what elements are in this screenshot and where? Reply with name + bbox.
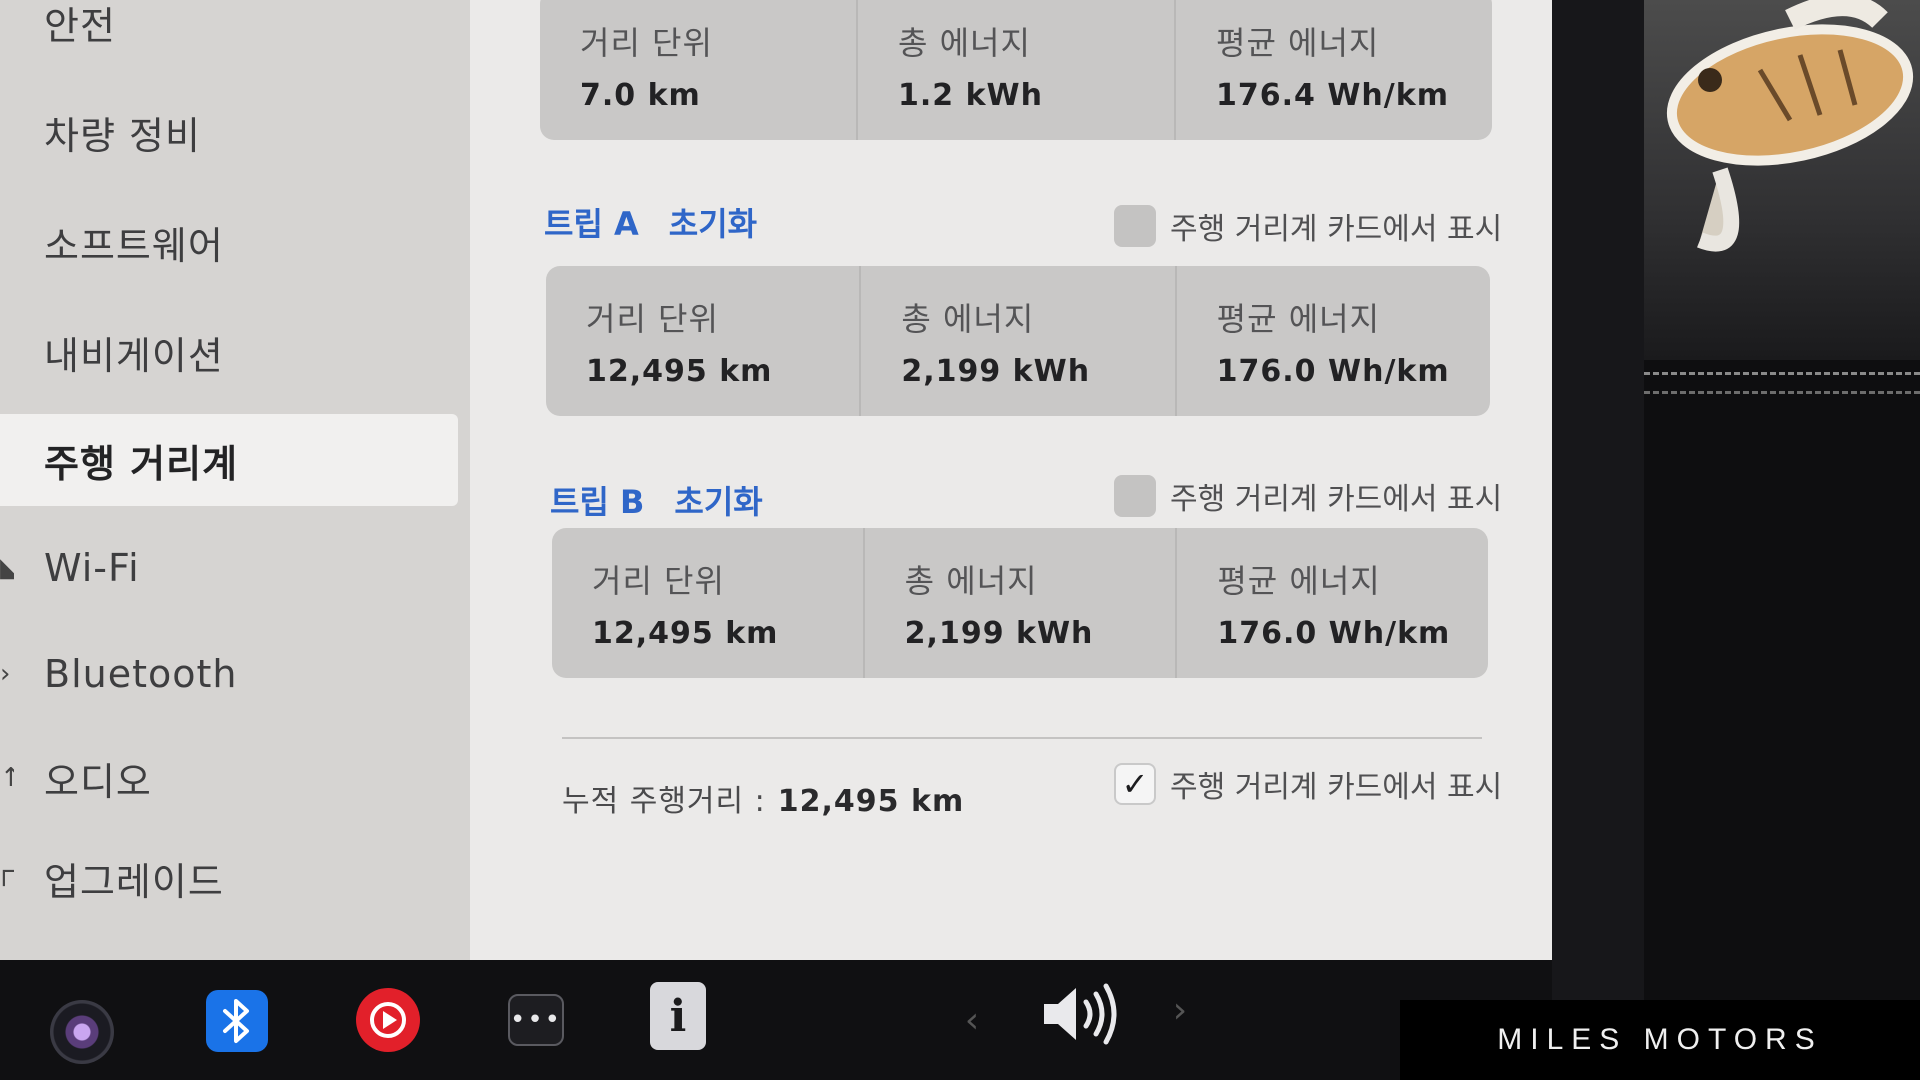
audio-icon: ↑ <box>0 763 14 793</box>
energy-label: 총 에너지 <box>898 24 1031 62</box>
odometer-checkbox[interactable]: ✓ <box>1114 763 1156 805</box>
trip-a-show-label: 주행 거리계 카드에서 표시 <box>1170 212 1503 247</box>
divider <box>562 737 1482 739</box>
energy-label: 총 에너지 <box>901 300 1035 338</box>
camera-icon[interactable] <box>50 1000 114 1064</box>
avg-energy-label: 평균 에너지 <box>1216 24 1380 62</box>
trip-a-checkbox[interactable] <box>1114 205 1156 247</box>
trip-b-reset-button[interactable]: 초기화 <box>674 477 762 523</box>
energy-cell: 총 에너지 2,199 kWh <box>859 266 1174 416</box>
avg-energy-label: 평균 에너지 <box>1216 300 1381 338</box>
volume-glyph <box>1044 983 1117 1045</box>
distance-value: 12,495 km <box>586 354 773 389</box>
odometer-readout: 누적 주행거리 : 12,495 km <box>562 776 964 820</box>
chevron-right-icon[interactable]: › <box>1166 980 1194 1040</box>
sidebar-item-software[interactable]: 소프트웨어 <box>0 196 458 288</box>
sidebar-item-label: 주행 거리계 <box>44 441 239 486</box>
more-icon[interactable]: ••• <box>508 994 564 1046</box>
distance-cell: 거리 단위 12,495 km <box>546 266 859 416</box>
sidebar-item-trips[interactable]: 주행 거리계 <box>0 414 458 506</box>
volume-icon[interactable] <box>1036 978 1126 1050</box>
upgrade-icon: ⊓ <box>0 863 14 893</box>
trips-panel: 거리 단위 7.0 km 총 에너지 1.2 kWh 평균 에너지 176.4 … <box>470 0 1552 960</box>
sidebar-item-safety[interactable]: 안전 <box>0 0 458 68</box>
sidebar-item-navigation[interactable]: 내비게이션 <box>0 306 458 398</box>
trip-b-show-toggle[interactable]: 주행 거리계 카드에서 표시 <box>1114 474 1502 518</box>
energy-label: 총 에너지 <box>904 562 1038 600</box>
manual-icon[interactable]: i <box>650 982 706 1050</box>
avg-energy-value: 176.0 Wh/km <box>1217 616 1451 651</box>
energy-value: 1.2 kWh <box>898 78 1043 113</box>
sidebar-item-label: Bluetooth <box>44 652 238 696</box>
sidebar-item-label: 내비게이션 <box>44 333 224 378</box>
avg-energy-cell: 평균 에너지 176.0 Wh/km <box>1174 266 1490 416</box>
bluetooth-icon: › <box>0 659 12 689</box>
sidebar-item-label: Wi-Fi <box>44 546 140 590</box>
watermark: MILES MOTORS <box>1400 1000 1920 1080</box>
trip-b-title: 트립 B <box>550 483 645 521</box>
avg-energy-value: 176.4 Wh/km <box>1216 78 1449 113</box>
trip-a-card: 거리 단위 12,495 km 총 에너지 2,199 kWh 평균 에너지 1… <box>546 266 1490 416</box>
wifi-icon: ◣ <box>0 553 14 583</box>
odometer-show-label: 주행 거리계 카드에서 표시 <box>1170 770 1503 805</box>
sidebar-item-label: 소프트웨어 <box>44 223 224 268</box>
sidebar-item-wifi[interactable]: ◣ Wi-Fi <box>0 522 458 614</box>
settings-sidebar: 안전 차량 정비 소프트웨어 내비게이션 주행 거리계 ◣ Wi-Fi › Bl… <box>0 0 470 960</box>
odometer-label: 누적 주행거리 : <box>562 784 766 819</box>
distance-value: 12,495 km <box>592 616 779 651</box>
avg-energy-label: 평균 에너지 <box>1217 562 1381 600</box>
sidebar-item-label: 안전 <box>44 3 116 48</box>
sidebar-item-upgrades[interactable]: ⊓ 업그레이드 <box>0 832 458 924</box>
screen-bezel <box>1552 0 1644 1000</box>
fish-ornament <box>1666 0 1914 252</box>
sidebar-item-service[interactable]: 차량 정비 <box>0 86 458 178</box>
sidebar-item-label: 업그레이드 <box>44 859 224 904</box>
sidebar-item-label: 오디오 <box>44 759 152 804</box>
distance-label: 거리 단위 <box>580 24 713 62</box>
energy-value: 2,199 kWh <box>904 616 1094 651</box>
recent-drive-card: 거리 단위 7.0 km 총 에너지 1.2 kWh 평균 에너지 176.4 … <box>540 0 1492 140</box>
bluetooth-icon[interactable] <box>206 990 268 1052</box>
distance-label: 거리 단위 <box>592 562 725 600</box>
sidebar-item-label: 차량 정비 <box>44 113 201 158</box>
distance-label: 거리 단위 <box>586 300 719 338</box>
trip-b-checkbox[interactable] <box>1114 475 1156 517</box>
sidebar-item-audio[interactable]: ↑ 오디오 <box>0 732 458 824</box>
distance-value: 7.0 km <box>580 78 701 113</box>
dashboard-stitching <box>1644 372 1920 394</box>
energy-cell: 총 에너지 1.2 kWh <box>856 0 1174 140</box>
trip-b-show-label: 주행 거리계 카드에서 표시 <box>1170 482 1503 517</box>
sidebar-item-bluetooth[interactable]: › Bluetooth <box>0 628 458 720</box>
energy-value: 2,199 kWh <box>901 354 1091 389</box>
trip-b-header: 트립 B 초기화 <box>550 472 763 528</box>
odometer-show-toggle[interactable]: ✓ 주행 거리계 카드에서 표시 <box>1114 762 1502 806</box>
trip-a-header: 트립 A 초기화 <box>544 194 757 250</box>
touchscreen: 안전 차량 정비 소프트웨어 내비게이션 주행 거리계 ◣ Wi-Fi › Bl… <box>0 0 1552 960</box>
trip-b-card: 거리 단위 12,495 km 총 에너지 2,199 kWh 평균 에너지 1… <box>552 528 1488 678</box>
avg-energy-value: 176.0 Wh/km <box>1216 354 1450 389</box>
play-glyph <box>370 1002 406 1038</box>
avg-energy-cell: 평균 에너지 176.4 Wh/km <box>1174 0 1492 140</box>
energy-cell: 총 에너지 2,199 kWh <box>862 528 1176 678</box>
youtube-icon[interactable] <box>356 988 420 1052</box>
bluetooth-glyph <box>223 999 249 1043</box>
trip-a-reset-button[interactable]: 초기화 <box>669 199 757 245</box>
trip-a-title: 트립 A <box>544 205 639 243</box>
chevron-left-icon[interactable]: ‹ <box>958 990 986 1050</box>
trip-a-show-toggle[interactable]: 주행 거리계 카드에서 표시 <box>1114 204 1502 248</box>
odometer-value: 12,495 km <box>777 784 965 819</box>
distance-cell: 거리 단위 12,495 km <box>552 528 863 678</box>
distance-cell: 거리 단위 7.0 km <box>540 0 856 140</box>
avg-energy-cell: 평균 에너지 176.0 Wh/km <box>1175 528 1488 678</box>
